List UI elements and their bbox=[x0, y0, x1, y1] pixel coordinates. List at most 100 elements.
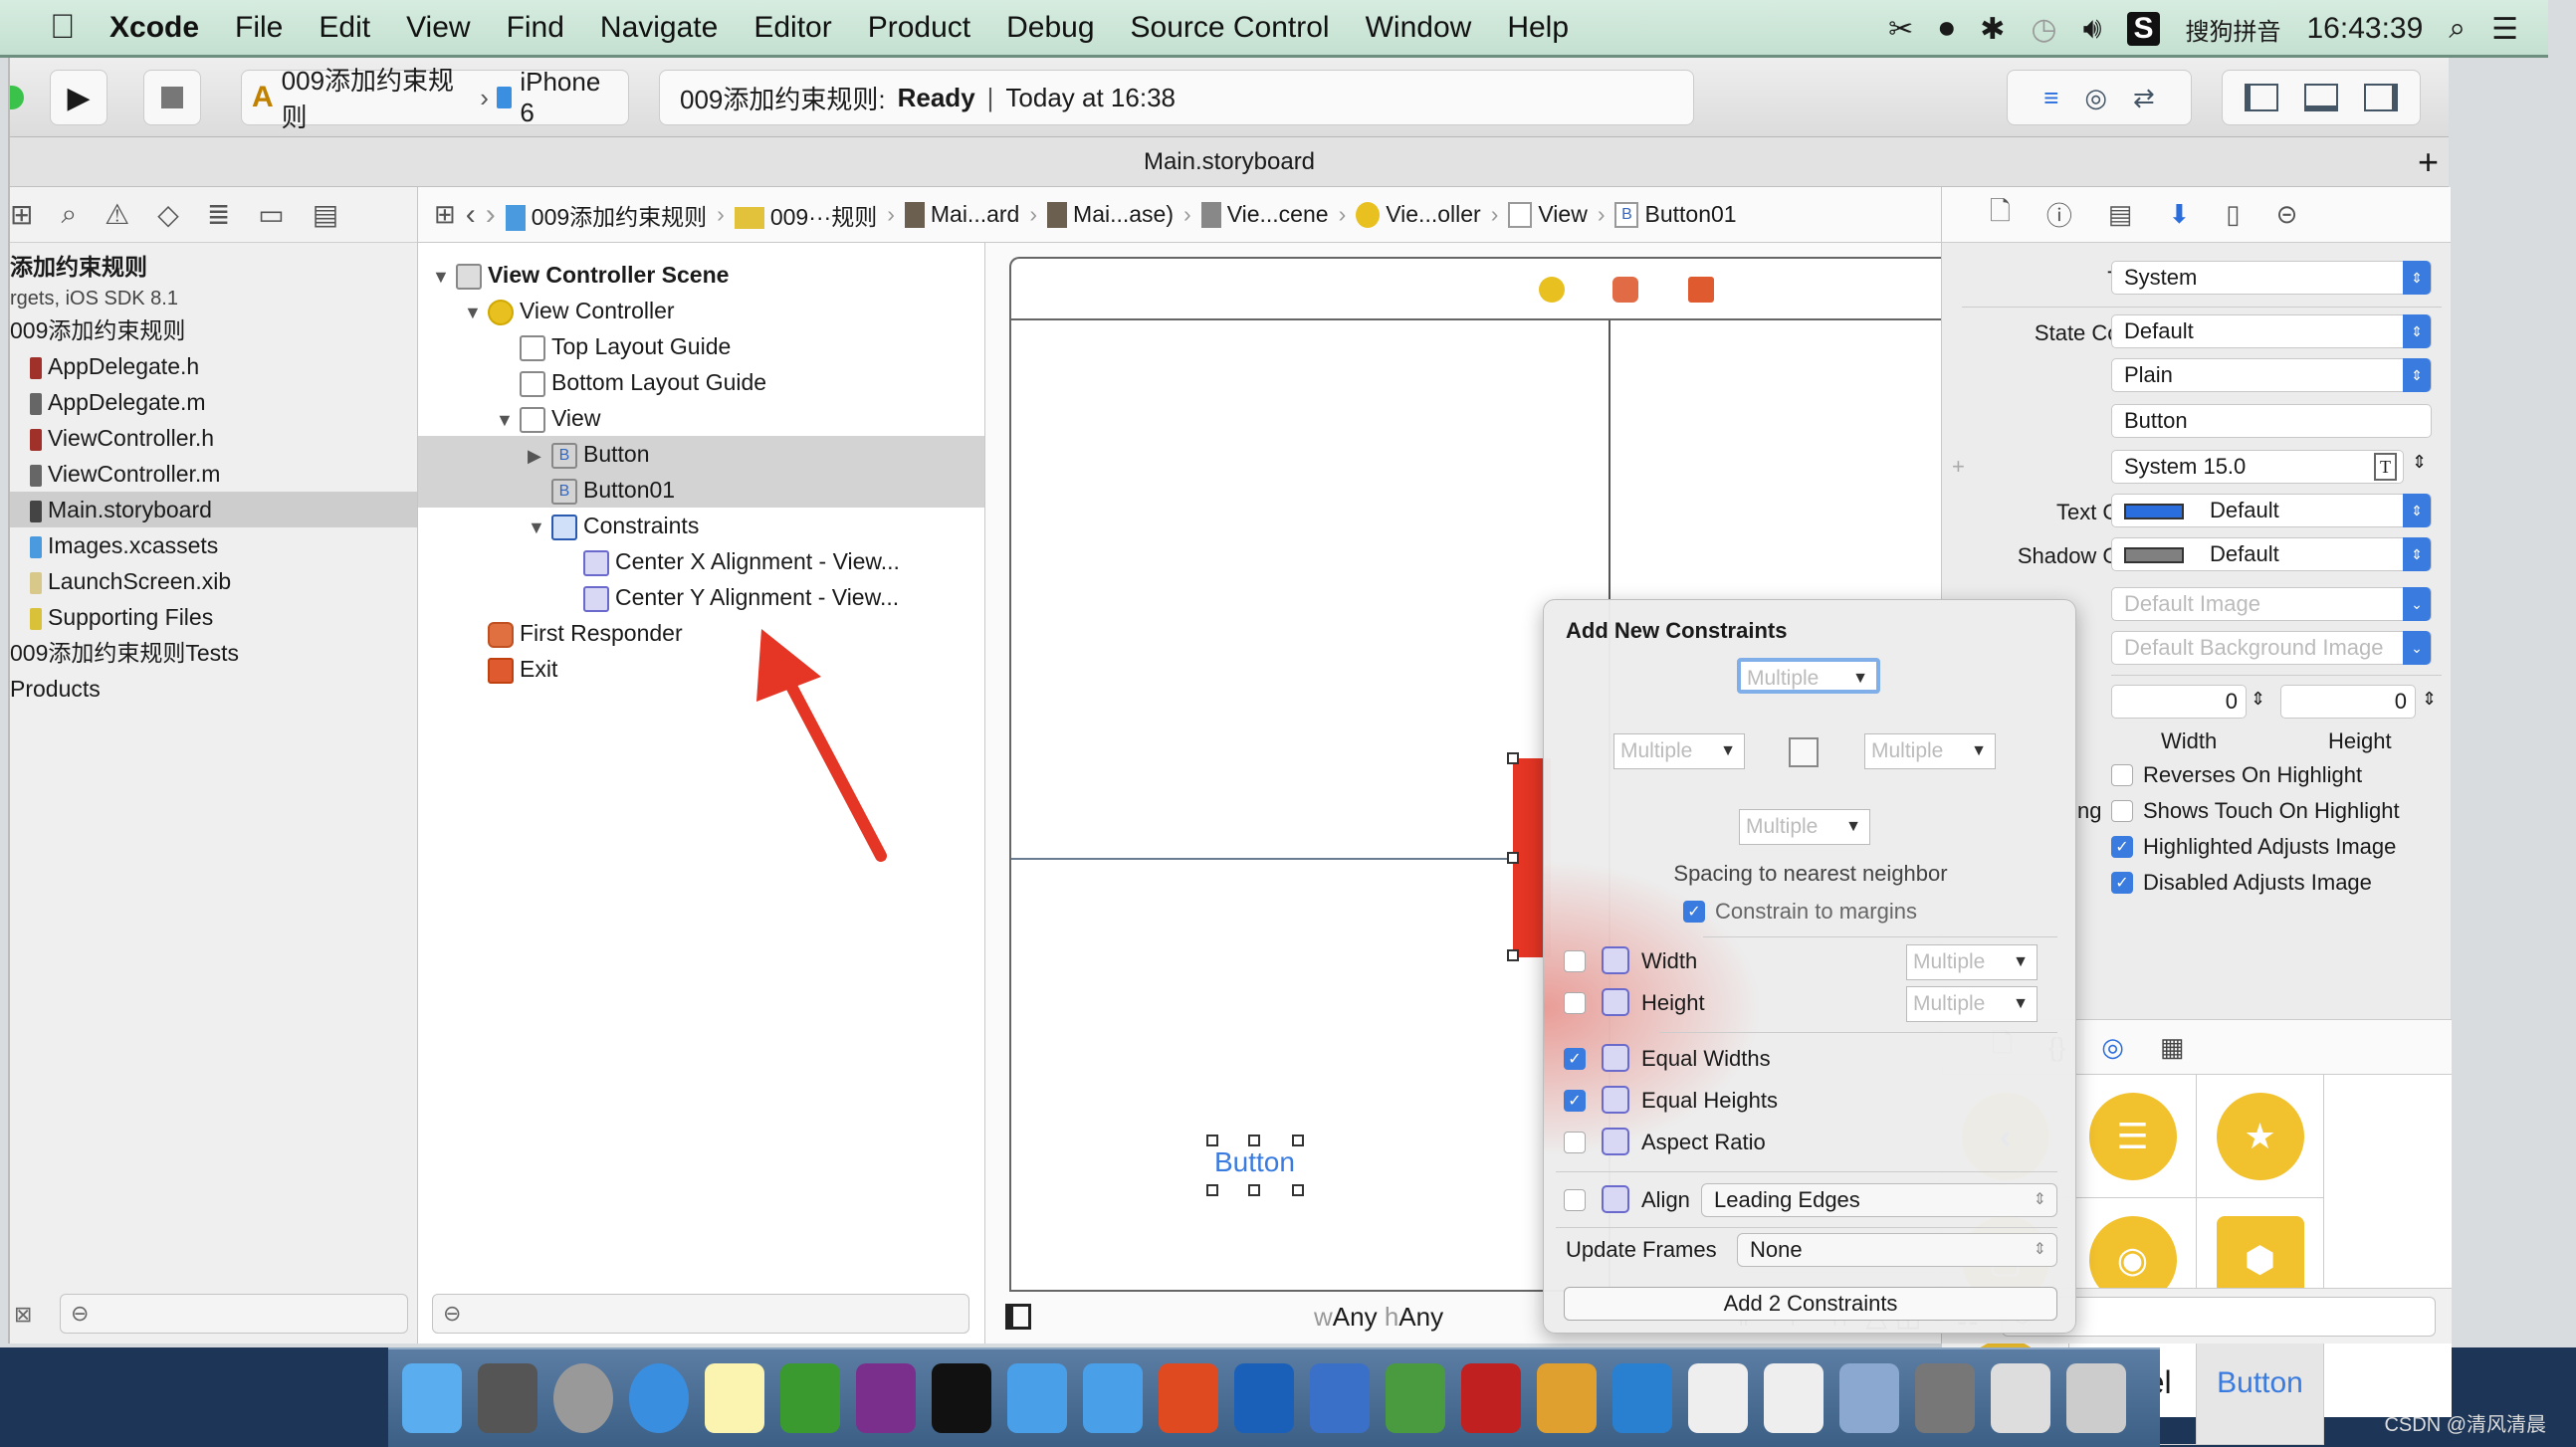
notification-center-icon[interactable]: ☰ bbox=[2491, 12, 2518, 47]
dock-safari-icon[interactable] bbox=[629, 1363, 689, 1433]
font-size-stepper[interactable]: ⇕ bbox=[2412, 452, 2427, 473]
shadow-color-swatch[interactable] bbox=[2124, 547, 2184, 564]
font-picker-icon[interactable]: T bbox=[2374, 453, 2397, 481]
dock-xcode-icon[interactable] bbox=[1007, 1363, 1067, 1433]
file-item[interactable]: LaunchScreen.xib bbox=[10, 563, 417, 599]
scheme-selector[interactable]: A 009添加约束规则 › iPhone 6 bbox=[241, 66, 629, 132]
add-file-icon[interactable]: ⊠ bbox=[14, 1302, 32, 1328]
menu-editor[interactable]: Editor bbox=[753, 11, 831, 45]
breakpoint-navigator-icon[interactable]: ▭ bbox=[258, 198, 284, 231]
size-class-selector[interactable]: wAny hAny bbox=[1314, 1302, 1443, 1333]
file-item[interactable]: ViewController.m bbox=[10, 456, 417, 492]
outline-row[interactable]: Center Y Alignment - View... bbox=[418, 579, 984, 615]
outline-row[interactable]: Top Layout Guide bbox=[418, 328, 984, 364]
project-navigator-icon[interactable]: ⊞ bbox=[10, 198, 33, 231]
title-text-field[interactable]: Button bbox=[2111, 404, 2432, 438]
text-color-swatch[interactable] bbox=[2124, 504, 2184, 520]
menu-window[interactable]: Window bbox=[1366, 11, 1472, 45]
outline-row[interactable]: Center X Alignment - View... bbox=[418, 543, 984, 579]
dock-terminal-icon[interactable] bbox=[932, 1363, 991, 1433]
file-item[interactable]: Images.xcassets bbox=[10, 527, 417, 563]
file-item[interactable]: AppDelegate.h bbox=[10, 348, 417, 384]
connections-inspector-icon[interactable]: ⊝ bbox=[2276, 199, 2298, 230]
debug-navigator-icon[interactable]: ≣ bbox=[207, 198, 230, 231]
state-config-select[interactable]: Default ⇕ bbox=[2111, 314, 2432, 348]
run-button[interactable]: ▶ bbox=[50, 70, 107, 125]
toggle-debug-area-icon[interactable] bbox=[2304, 84, 2338, 111]
disclosure-triangle[interactable]: ▼ bbox=[464, 295, 488, 330]
spacing-leading-field[interactable]: Multiple ▼ bbox=[1613, 733, 1745, 769]
show-outline-icon[interactable] bbox=[1005, 1304, 1031, 1330]
disclosure-triangle[interactable]: ▼ bbox=[528, 510, 551, 545]
library-item-tab-bar-controller[interactable]: ★ bbox=[2197, 1075, 2324, 1198]
first-responder-icon[interactable] bbox=[1612, 277, 1638, 303]
resize-handle[interactable] bbox=[1507, 852, 1519, 864]
bluetooth-icon[interactable]: ✱ bbox=[1980, 12, 2005, 47]
dock-launchpad-icon[interactable] bbox=[553, 1363, 613, 1433]
jump-item[interactable]: 009···规则 bbox=[734, 198, 877, 232]
navigator-filter-field[interactable]: ⊖ bbox=[60, 1294, 408, 1334]
version-editor-icon[interactable]: ⇄ bbox=[2133, 83, 2155, 113]
dock-excel-icon[interactable] bbox=[780, 1363, 840, 1433]
dock-notes-icon[interactable] bbox=[705, 1363, 764, 1433]
equal-widths-checkbox[interactable]: ✓ bbox=[1564, 1048, 1586, 1070]
object-library-icon[interactable]: ◎ bbox=[2101, 1032, 2124, 1063]
chevron-down-icon[interactable]: ⌄ bbox=[2403, 631, 2431, 665]
tab-main-storyboard[interactable]: Main.storyboard bbox=[1144, 148, 1315, 175]
menu-file[interactable]: File bbox=[235, 11, 283, 45]
dock-system-preferences-icon[interactable] bbox=[478, 1363, 537, 1433]
menu-product[interactable]: Product bbox=[868, 11, 970, 45]
align-select[interactable]: Leading Edges ⇕ bbox=[1701, 1183, 2057, 1217]
dock-onenote-icon[interactable] bbox=[856, 1363, 916, 1433]
scissors-status-icon[interactable]: ✂ bbox=[1888, 12, 1913, 47]
width-value-field[interactable]: Multiple ▼ bbox=[1906, 944, 2038, 980]
zoom-window-button[interactable] bbox=[10, 86, 24, 109]
dock-finder-icon[interactable] bbox=[402, 1363, 462, 1433]
background-combo[interactable]: Default Background Image ⌄ bbox=[2111, 631, 2432, 665]
menu-app[interactable]: Xcode bbox=[109, 11, 199, 45]
resize-handle[interactable] bbox=[1206, 1184, 1218, 1196]
file-item[interactable]: Supporting Files bbox=[10, 599, 417, 635]
jump-item[interactable]: Vie...oller bbox=[1356, 201, 1481, 229]
resize-handle[interactable] bbox=[1206, 1135, 1218, 1146]
dock-preview-icon[interactable] bbox=[1839, 1363, 1899, 1433]
dropdown-arrow-icon[interactable]: ▼ bbox=[2013, 945, 2029, 979]
clock[interactable]: 16:43:39 bbox=[2307, 12, 2424, 46]
dropdown-arrow-icon[interactable]: ▼ bbox=[1852, 662, 1868, 696]
jump-item[interactable]: Mai...ard bbox=[904, 201, 1019, 229]
inset-height-stepper[interactable]: ⇕ bbox=[2422, 689, 2437, 710]
dock-document-icon[interactable] bbox=[1688, 1363, 1748, 1433]
spotlight-search-icon[interactable]: ⌕ bbox=[2449, 12, 2466, 46]
assistant-editor-icon[interactable]: ◎ bbox=[2084, 83, 2107, 113]
file-item[interactable]: Products bbox=[10, 671, 417, 707]
menu-edit[interactable]: Edit bbox=[319, 11, 370, 45]
dropdown-arrow-icon[interactable]: ▼ bbox=[1971, 734, 1987, 768]
dock-folder-icon[interactable] bbox=[1991, 1363, 2050, 1433]
align-checkbox[interactable] bbox=[1564, 1189, 1586, 1211]
standard-editor-icon[interactable]: ≡ bbox=[2043, 83, 2058, 113]
issue-navigator-icon[interactable]: ⚠ bbox=[105, 198, 129, 231]
dropdown-arrow-icon[interactable]: ▼ bbox=[1720, 734, 1736, 768]
menu-debug[interactable]: Debug bbox=[1006, 11, 1094, 45]
update-frames-select[interactable]: None ⇕ bbox=[1737, 1233, 2057, 1267]
disclosure-triangle[interactable]: ▼ bbox=[432, 259, 456, 295]
dock-trash-icon[interactable] bbox=[2066, 1363, 2126, 1433]
dock-app-icon[interactable] bbox=[1386, 1363, 1445, 1433]
spacing-top-field[interactable]: Multiple ▼ bbox=[1737, 658, 1880, 694]
search-navigator-icon[interactable]: ⌕ bbox=[61, 198, 77, 231]
identity-inspector-icon[interactable]: ▤ bbox=[2108, 199, 2133, 230]
inset-width-field[interactable]: 0 bbox=[2111, 685, 2247, 719]
media-library-icon[interactable]: ▦ bbox=[2160, 1032, 2185, 1063]
file-item[interactable]: ViewController.h bbox=[10, 420, 417, 456]
dock-folder-icon[interactable] bbox=[1915, 1363, 1975, 1433]
equal-heights-checkbox[interactable]: ✓ bbox=[1564, 1090, 1586, 1112]
resize-handle[interactable] bbox=[1292, 1135, 1304, 1146]
view-controller-icon[interactable] bbox=[1539, 277, 1565, 303]
constrain-to-margins-checkbox[interactable]: ✓ bbox=[1683, 901, 1705, 923]
time-machine-icon[interactable]: ◷ bbox=[2031, 12, 2056, 47]
dock-app-icon[interactable] bbox=[1083, 1363, 1143, 1433]
title-select[interactable]: Plain ⇕ bbox=[2111, 358, 2432, 392]
outline-filter-field[interactable]: ⊖ bbox=[432, 1294, 969, 1334]
chevron-down-icon[interactable]: ⌄ bbox=[2403, 587, 2431, 621]
file-inspector-icon[interactable]: 🗋 bbox=[1990, 193, 2011, 237]
